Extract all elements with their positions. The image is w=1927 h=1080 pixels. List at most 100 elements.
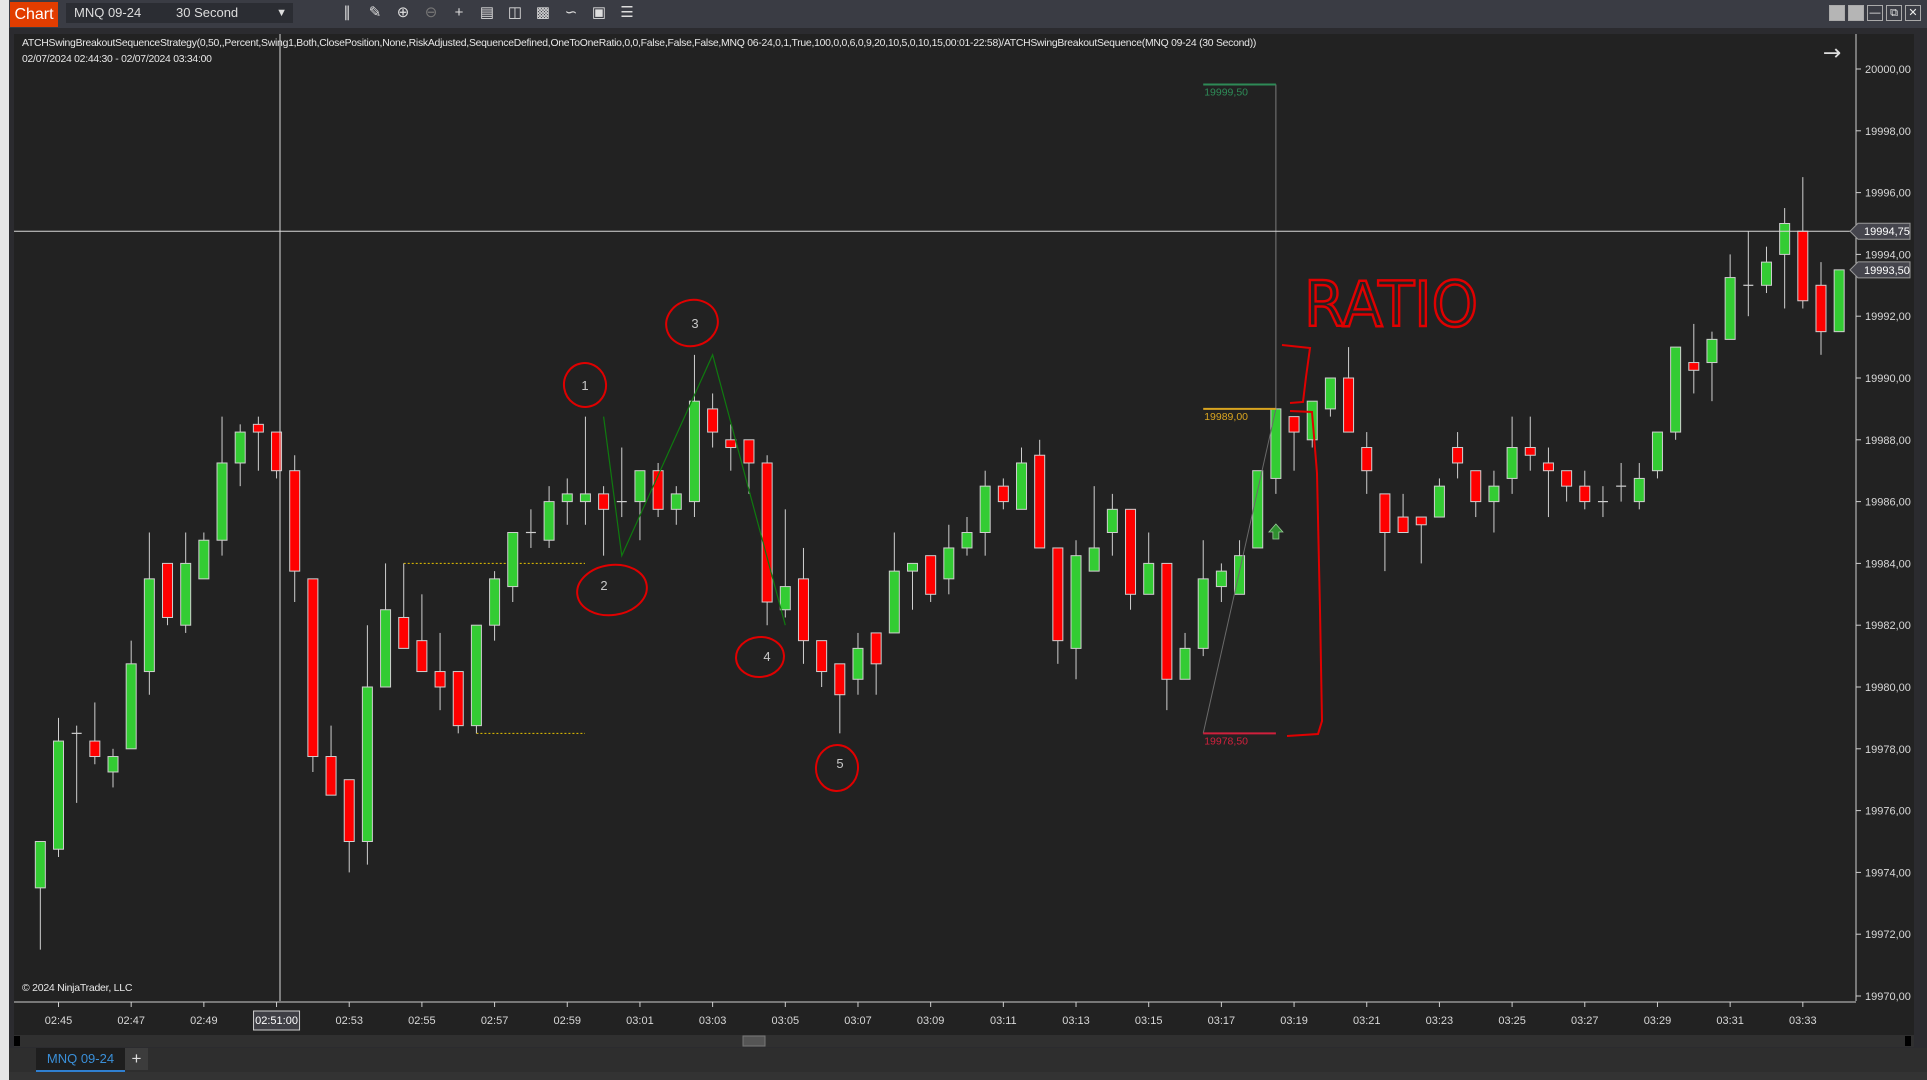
candle: [1670, 346, 1682, 440]
candle-body: [1070, 555, 1082, 649]
candle-body: [1779, 223, 1791, 255]
price-tick-label: 19982,00: [1865, 620, 1911, 632]
swing-number-label: 4: [763, 649, 770, 664]
candle-body: [1379, 493, 1391, 533]
candle: [1252, 470, 1264, 549]
tab-mnq-09-24[interactable]: MNQ 09-24: [36, 1048, 125, 1072]
candle-body: [1215, 570, 1227, 588]
swing-number-label: 3: [691, 316, 698, 331]
candle-body: [89, 740, 101, 758]
horizontal-scrollbar[interactable]: [14, 1035, 1914, 1047]
stop-loss-label: 19978,50: [1204, 735, 1248, 747]
candle-body: [1561, 470, 1573, 487]
candle-body: [162, 562, 174, 618]
swing-number-label: 2: [600, 578, 607, 593]
time-tick-label: 02:53: [335, 1015, 363, 1027]
price-tick-label: 19988,00: [1865, 435, 1911, 447]
scrollbar-thumb[interactable]: [742, 1035, 766, 1047]
price-tick-label: 19980,00: [1865, 682, 1911, 694]
candle: [452, 671, 464, 734]
candle-body: [579, 493, 591, 503]
time-tick-label: 03:09: [917, 1015, 945, 1027]
time-tick-label: 03:19: [1280, 1015, 1308, 1027]
candle-body: [906, 562, 918, 572]
time-tick-label: 03:15: [1135, 1015, 1163, 1027]
profit-target-label: 19999,50: [1204, 86, 1248, 98]
price-tick-label: 19992,00: [1865, 311, 1911, 323]
candle-body: [1270, 408, 1282, 479]
candle-body: [1760, 261, 1772, 286]
time-tick-label: 03:21: [1353, 1015, 1381, 1027]
time-tick-label: 03:17: [1208, 1015, 1236, 1027]
time-tick-label: 02:59: [553, 1015, 581, 1027]
candle-body: [870, 632, 882, 665]
candle-body: [1724, 277, 1736, 340]
candle-body: [507, 532, 519, 588]
candle-body: [925, 555, 937, 595]
candle-body: [1651, 431, 1663, 472]
candle-body: [489, 578, 501, 626]
scroll-left-icon[interactable]: [14, 1036, 20, 1046]
candle-body: [979, 485, 991, 533]
candle-body: [361, 686, 373, 842]
price-chart[interactable]: 19999,50 19989,00 19978,50 1 2 3 4 5 RATIO 2000…: [0, 0, 1927, 1080]
price-tick-label: 19976,00: [1865, 806, 1911, 818]
time-tick-label: 03:01: [626, 1015, 654, 1027]
scroll-right-icon[interactable]: [1905, 1036, 1911, 1046]
candle-body: [961, 532, 973, 549]
time-tick-label: 02:47: [117, 1015, 145, 1027]
time-tick-label: 03:07: [844, 1015, 872, 1027]
candle-body: [743, 439, 755, 464]
candle-body: [688, 400, 700, 503]
crosshair-time-label: 02:51:00: [255, 1015, 298, 1027]
candle-body: [943, 547, 955, 580]
candle-body: [1470, 470, 1482, 503]
time-tick-label: 03:31: [1716, 1015, 1744, 1027]
candle-body: [1542, 462, 1554, 472]
add-tab-button[interactable]: +: [125, 1048, 148, 1070]
candle-body: [1016, 462, 1028, 510]
candle-body: [216, 462, 228, 541]
candle-body: [1633, 477, 1645, 503]
candle-body: [1143, 562, 1155, 595]
time-tick-label: 03:25: [1498, 1015, 1526, 1027]
entry-label: 19989,00: [1204, 411, 1248, 423]
swing-number-label: 5: [836, 756, 843, 771]
price-tick-label: 19998,00: [1865, 126, 1911, 138]
scroll-to-latest-icon[interactable]: →: [1823, 41, 1841, 66]
taskbar-strip: [9, 1072, 1927, 1080]
candle-body: [143, 578, 155, 673]
candle-body: [1034, 454, 1046, 549]
time-tick-label: 03:29: [1644, 1015, 1672, 1027]
time-tick-label: 02:57: [481, 1015, 509, 1027]
candle-body: [1397, 516, 1409, 533]
candle-body: [1288, 416, 1300, 433]
candle-body: [1052, 547, 1064, 642]
candle-body: [343, 779, 355, 843]
candle-body: [834, 663, 846, 696]
time-tick-label: 03:05: [772, 1015, 800, 1027]
crosshair-price-marker-label: 19994,75: [1864, 226, 1910, 238]
candle-body: [797, 578, 809, 642]
candle: [761, 455, 773, 626]
candle-body: [634, 470, 646, 503]
time-tick-label: 03:33: [1789, 1015, 1817, 1027]
price-tick-label: 20000,00: [1865, 64, 1911, 76]
candle: [1833, 269, 1845, 333]
candle-body: [1125, 508, 1137, 595]
candle-body: [1833, 269, 1845, 333]
candle-body: [1088, 547, 1100, 572]
candle-body: [1415, 516, 1427, 526]
candle-body: [1452, 447, 1464, 464]
candle-body: [198, 539, 210, 580]
price-tick-label: 19970,00: [1865, 991, 1911, 1003]
price-tick-label: 19986,00: [1865, 497, 1911, 509]
candle-body: [325, 756, 337, 796]
swing-number-label: 1: [581, 378, 588, 393]
candle-body: [1506, 447, 1518, 479]
candle: [1034, 439, 1046, 549]
time-tick-label: 02:49: [190, 1015, 218, 1027]
candle-body: [852, 647, 864, 680]
candle-body: [1488, 485, 1500, 503]
candle-body: [670, 493, 682, 510]
